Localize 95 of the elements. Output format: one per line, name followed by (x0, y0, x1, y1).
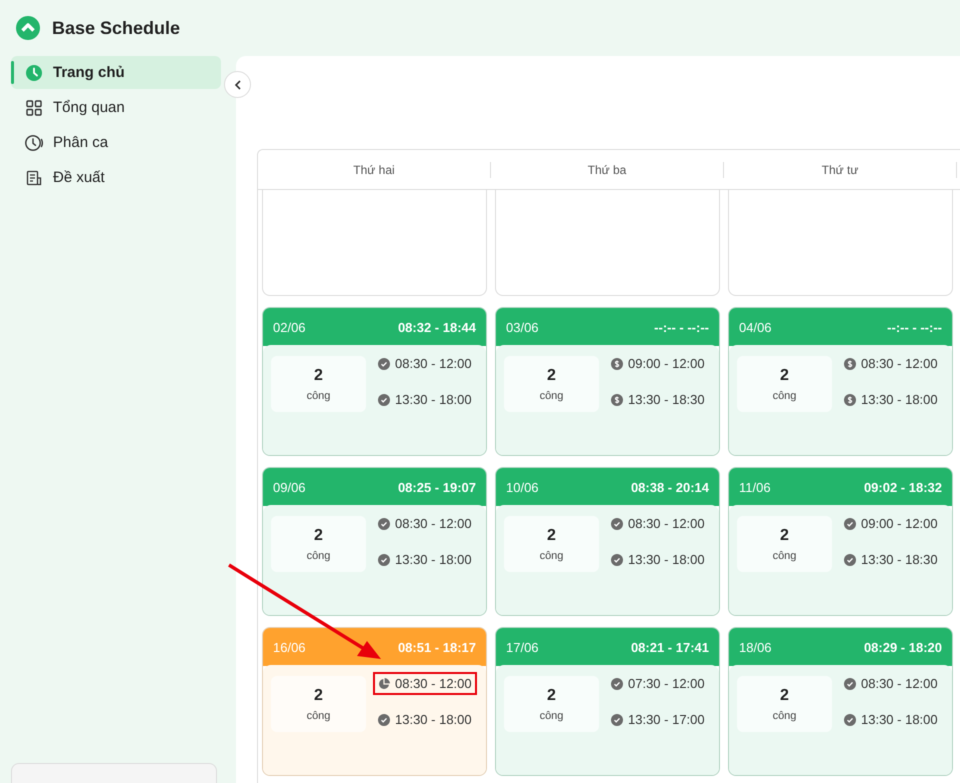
workday-unit: công (306, 390, 330, 402)
chevron-left-icon (234, 80, 242, 90)
check-in-time: --:-- - --:-- (887, 320, 942, 334)
workday-count: 2 (780, 366, 789, 384)
workday-count: 2 (314, 526, 323, 544)
day-date: 03/06 (506, 320, 539, 334)
sidebar-item[interactable]: Trang chủ (11, 56, 221, 89)
check-in-time: 08:25 - 19:07 (398, 480, 476, 494)
pie-chart-icon (378, 678, 390, 690)
day-card[interactable]: 16/06 08:51 - 18:17 2 công 08:30 - 12:00 13:30 - 18:00 (262, 627, 487, 776)
workday-unit: công (306, 710, 330, 722)
day-date: 11/06 (739, 480, 771, 494)
highlighted-shift: 08:30 - 12:00 (373, 672, 477, 695)
day-date: 09/06 (273, 480, 306, 494)
workday-unit: công (772, 710, 796, 722)
shift-time: 13:30 - 18:00 (839, 388, 943, 411)
check-circle-icon (378, 714, 390, 726)
shift-time: 07:30 - 12:00 (606, 672, 710, 695)
sidebar-item[interactable]: Phân ca (11, 126, 221, 159)
sidebar-item[interactable]: Đề xuất (11, 161, 221, 194)
sidebar-item[interactable]: Tổng quan (11, 91, 221, 124)
day-date: 16/06 (273, 640, 306, 654)
clock-icon (25, 64, 43, 82)
check-circle-icon (844, 554, 856, 566)
workday-unit: công (540, 550, 564, 562)
day-card[interactable]: 02/06 08:32 - 18:44 2 công 08:30 - 12:00 13:30 - 18:00 (262, 307, 487, 456)
shift-time: 08:30 - 12:00 (606, 512, 710, 535)
day-date: 17/06 (506, 640, 539, 654)
dollar-circle-icon (844, 358, 856, 370)
check-circle-icon (844, 714, 856, 726)
workday-unit: công (772, 390, 796, 402)
shift-time: 08:30 - 12:00 (373, 512, 477, 535)
check-circle-icon (611, 714, 623, 726)
workday-unit: công (540, 390, 564, 402)
check-in-time: 08:21 - 17:41 (630, 640, 709, 654)
day-card[interactable]: 03/06 --:-- - --:-- 2 công 09:00 - 12:00 13:30 - 18:30 (495, 307, 720, 456)
check-circle-icon (378, 554, 390, 566)
check-circle-icon (611, 678, 623, 690)
check-in-time: 08:38 - 20:14 (630, 480, 709, 494)
check-circle-icon (611, 554, 623, 566)
check-in-time: 08:29 - 18:20 (864, 640, 942, 654)
workday-unit: công (772, 550, 796, 562)
check-in-time: 09:02 - 18:32 (864, 480, 942, 494)
shift-time: 13:30 - 17:00 (606, 708, 710, 731)
dollar-circle-icon (844, 394, 856, 406)
day-card[interactable]: 09/06 08:25 - 19:07 2 công 08:30 - 12:00 13:30 - 18:00 (262, 467, 487, 616)
day-card[interactable]: 17/06 08:21 - 17:41 2 công 07:30 - 12:00 13:30 - 17:00 (495, 627, 720, 776)
shift-time: 09:00 - 12:00 (606, 352, 710, 375)
check-in-time: 08:32 - 18:44 (398, 320, 476, 334)
shift-time: 09:00 - 12:00 (839, 512, 943, 535)
day-date: 04/06 (739, 320, 772, 334)
shift-time: 08:30 - 12:00 (373, 352, 477, 375)
workday-count: 2 (314, 366, 323, 384)
shift-time: 13:30 - 18:30 (606, 388, 710, 411)
shift-time: 13:30 - 18:00 (839, 708, 943, 731)
workday-count: 2 (547, 526, 556, 544)
workday-count: 2 (780, 526, 789, 544)
shift-time: 13:30 - 18:00 (373, 708, 477, 731)
day-card[interactable]: 04/06 --:-- - --:-- 2 công 08:30 - 12:00 13:30 - 18:00 (728, 307, 953, 456)
grid-icon (25, 98, 43, 116)
shift-time: 08:30 - 12:00 (839, 672, 943, 695)
shift-time: 13:30 - 18:00 (373, 388, 477, 411)
workday-count: 2 (314, 686, 323, 704)
day-date: 18/06 (739, 640, 772, 654)
workday-count: 2 (547, 686, 556, 704)
check-in-time: 08:51 - 18:17 (398, 640, 476, 654)
clock-icon (24, 134, 44, 152)
check-in-time: --:-- - --:-- (654, 320, 709, 334)
day-date: 10/06 (506, 480, 539, 494)
dollar-circle-icon (611, 394, 623, 406)
app-title: Base Schedule (52, 18, 180, 38)
logo-icon (16, 16, 40, 40)
workday-count: 2 (780, 686, 789, 704)
weekday-header: Thứ hai (258, 162, 491, 178)
dollar-circle-icon (611, 358, 623, 370)
day-card[interactable]: 10/06 08:38 - 20:14 2 công 08:30 - 12:00 13:30 - 18:00 (495, 467, 720, 616)
check-circle-icon (378, 394, 390, 406)
day-card[interactable]: 11/06 09:02 - 18:32 2 công 09:00 - 12:00 13:30 - 18:30 (728, 467, 953, 616)
form-icon (25, 168, 43, 186)
day-card[interactable]: 18/06 08:29 - 18:20 2 công 08:30 - 12:00 13:30 - 18:00 (728, 627, 953, 776)
workday-count: 2 (547, 366, 556, 384)
check-circle-icon (611, 518, 623, 530)
shift-time: 13:30 - 18:00 (606, 548, 710, 571)
shift-time: 13:30 - 18:30 (839, 548, 943, 571)
check-circle-icon (378, 518, 390, 530)
weekday-header: Thứ ba (491, 162, 724, 178)
check-circle-icon (844, 518, 856, 530)
workday-unit: công (540, 710, 564, 722)
weekday-header: Thứ tư (724, 162, 957, 178)
shift-time: 08:30 - 12:00 (839, 352, 943, 375)
check-circle-icon (378, 358, 390, 370)
day-date: 02/06 (273, 320, 306, 334)
workday-unit: công (306, 550, 330, 562)
shift-time: 13:30 - 18:00 (373, 548, 477, 571)
check-circle-icon (844, 678, 856, 690)
